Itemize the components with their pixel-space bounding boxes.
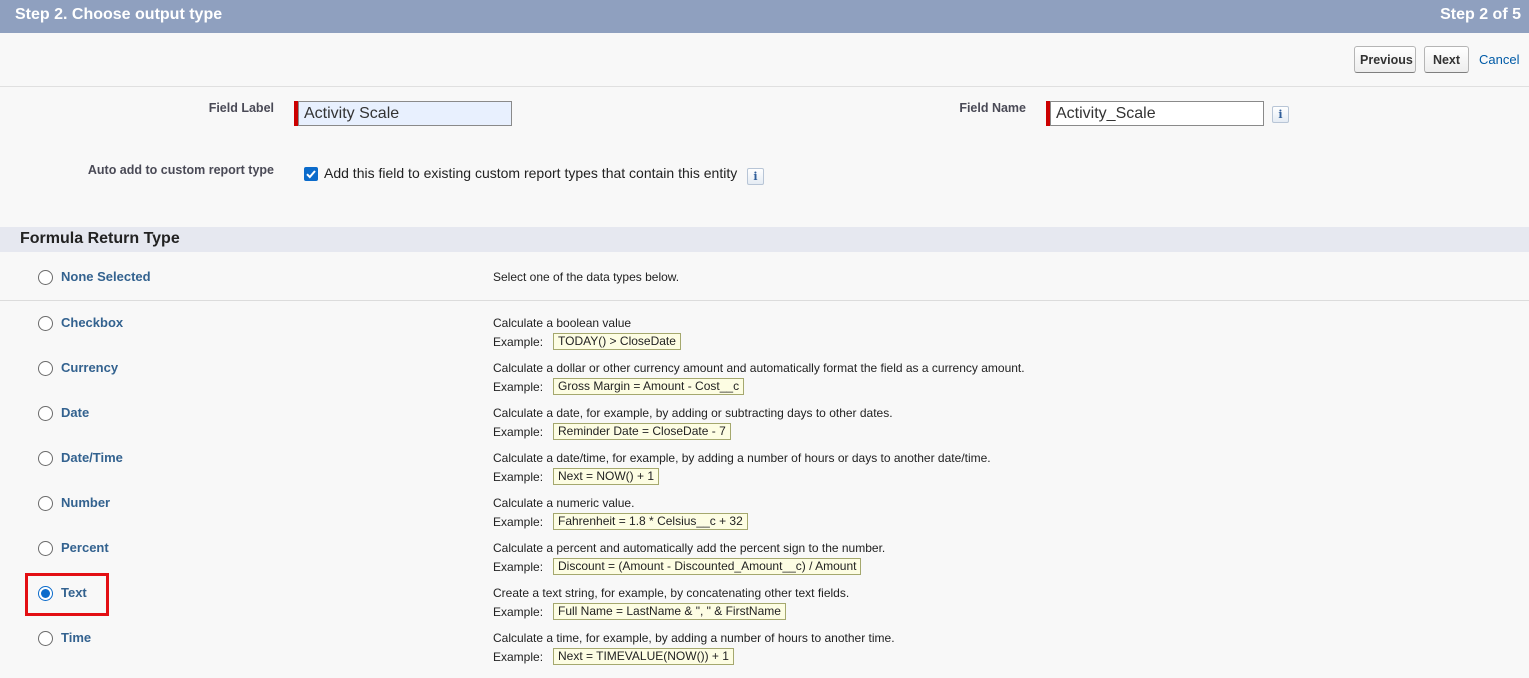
example-box: Discount = (Amount - Discounted_Amount__… (553, 558, 862, 575)
type-description: Calculate a date/time, for example, by a… (493, 451, 991, 465)
field-name-input[interactable] (1050, 101, 1264, 126)
type-label-date-time[interactable]: Date/Time (61, 450, 123, 465)
info-icon[interactable]: i (747, 168, 764, 185)
type-description: Calculate a time, for example, by adding… (493, 631, 895, 645)
type-description: Calculate a numeric value. (493, 496, 635, 510)
example-box: Reminder Date = CloseDate - 7 (553, 423, 731, 440)
type-label-none-selected[interactable]: None Selected (61, 269, 151, 284)
previous-button[interactable]: Previous (1354, 46, 1416, 73)
radio-currency[interactable] (38, 361, 53, 376)
example-box: Full Name = LastName & ", " & FirstName (553, 603, 786, 620)
type-description: Calculate a date, for example, by adding… (493, 406, 893, 420)
auto-add-label: Auto add to custom report type (87, 163, 274, 177)
radio-checkbox[interactable] (38, 316, 53, 331)
type-description: Calculate a percent and automatically ad… (493, 541, 886, 555)
example-label: Example: (493, 515, 544, 529)
type-label-time[interactable]: Time (61, 630, 91, 645)
checkmark-icon (306, 170, 316, 179)
example-label: Example: (493, 605, 544, 619)
info-icon[interactable]: i (1272, 106, 1289, 123)
wizard-header: Step 2. Choose output type Step 2 of 5 (0, 0, 1529, 33)
type-label-currency[interactable]: Currency (61, 360, 118, 375)
field-name-label: Field Name (959, 101, 1026, 115)
section-title: Formula Return Type (20, 230, 180, 247)
cancel-link[interactable]: Cancel (1479, 52, 1519, 67)
type-label-percent[interactable]: Percent (61, 540, 109, 555)
type-description: Calculate a dollar or other currency amo… (493, 361, 1025, 375)
radio-number[interactable] (38, 496, 53, 511)
type-label-checkbox[interactable]: Checkbox (61, 315, 123, 330)
button-bar: Previous Next Cancel (0, 33, 1529, 87)
divider (0, 300, 1529, 301)
radio-text[interactable] (38, 586, 53, 601)
type-description: Create a text string, for example, by co… (493, 586, 850, 600)
example-box: TODAY() > CloseDate (553, 333, 681, 350)
auto-add-checkbox[interactable] (304, 167, 318, 181)
type-label-date[interactable]: Date (61, 405, 89, 420)
example-label: Example: (493, 380, 544, 394)
type-label-number[interactable]: Number (61, 495, 110, 510)
type-description: Calculate a boolean value (493, 316, 632, 330)
auto-add-text: Add this field to existing custom report… (324, 165, 738, 181)
example-label: Example: (493, 425, 544, 439)
radio-time[interactable] (38, 631, 53, 646)
field-label-label: Field Label (208, 101, 274, 115)
type-label-text[interactable]: Text (61, 585, 87, 600)
radio-none-selected[interactable] (38, 270, 53, 285)
example-box: Gross Margin = Amount - Cost__c (553, 378, 745, 395)
example-label: Example: (493, 470, 544, 484)
example-label: Example: (493, 560, 544, 574)
example-box: Next = TIMEVALUE(NOW()) + 1 (553, 648, 734, 665)
type-description: Select one of the data types below. (493, 270, 680, 284)
example-box: Next = NOW() + 1 (553, 468, 660, 485)
example-label: Example: (493, 650, 544, 664)
example-label: Example: (493, 335, 544, 349)
radio-date[interactable] (38, 406, 53, 421)
radio-percent[interactable] (38, 541, 53, 556)
step-indicator: Step 2 of 5 (1440, 6, 1521, 23)
step-title: Step 2. Choose output type (15, 6, 223, 23)
section-header: Formula Return Type (0, 227, 1529, 252)
example-box: Fahrenheit = 1.8 * Celsius__c + 32 (553, 513, 748, 530)
next-button[interactable]: Next (1424, 46, 1469, 73)
radio-date-time[interactable] (38, 451, 53, 466)
field-label-input[interactable] (298, 101, 512, 126)
